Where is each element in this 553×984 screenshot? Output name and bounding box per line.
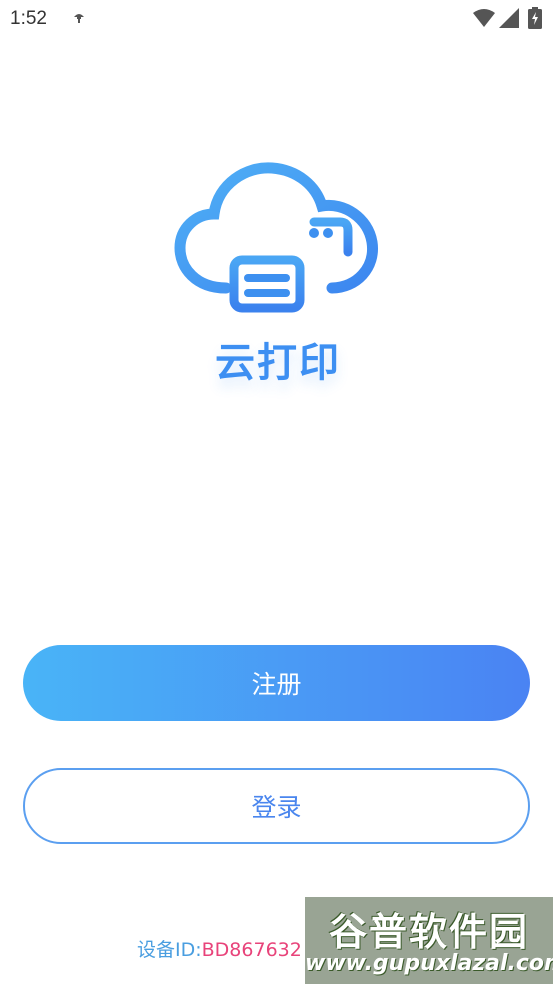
watermark-url: www.gupuxlazal.com <box>305 951 553 976</box>
device-id-value: BD867632 <box>201 939 302 961</box>
device-id-label: 设备ID: <box>137 939 202 961</box>
status-bar: 1:52 <box>0 0 553 40</box>
status-time: 1:52 <box>10 8 47 29</box>
signal-icon <box>499 8 519 28</box>
watermark: 谷普软件园 www.gupuxlazal.com <box>305 897 553 984</box>
wifi-icon <box>473 9 495 27</box>
battery-icon <box>528 7 542 29</box>
cloud-printer-icon <box>174 162 378 313</box>
login-button[interactable]: 登录 <box>23 768 530 844</box>
device-id: 设备ID:BD867632 <box>137 935 302 962</box>
notification-icon <box>74 14 84 23</box>
app-name: 云打印 <box>215 340 341 386</box>
register-button[interactable]: 注册 <box>23 645 530 721</box>
watermark-title: 谷普软件园 <box>328 910 529 954</box>
